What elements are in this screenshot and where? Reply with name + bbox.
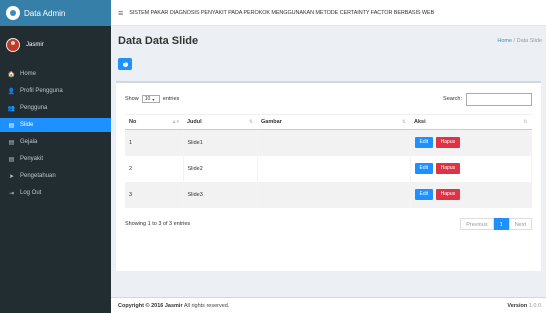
brand-text: Data Admin <box>24 8 66 18</box>
entries-select[interactable]: 10 ▾ <box>141 95 160 103</box>
cell-aksi: Edit Hapus <box>410 129 532 156</box>
delete-button[interactable]: Hapus <box>435 189 461 200</box>
version: Version 1.0.0 <box>507 303 541 309</box>
pagination-next[interactable]: Next <box>508 217 532 230</box>
cell-gambar <box>257 129 411 156</box>
show-entries: Show 10 ▾ entries <box>125 95 179 103</box>
users-icon: 👥 <box>7 105 16 112</box>
column-header-aksi[interactable]: Aksi ⇅ <box>410 114 532 130</box>
plus-circle-icon <box>122 60 128 69</box>
entries-label: entries <box>162 96 180 102</box>
brand[interactable]: Data Admin <box>0 0 111 26</box>
breadcrumb-home-link[interactable]: Home <box>497 38 512 44</box>
pagination-previous[interactable]: Previous <box>460 217 494 230</box>
cell-no: 2 <box>125 155 184 182</box>
table-row: 3 Slide3 Edit Hapus <box>125 181 532 208</box>
menu-toggle-icon[interactable]: ≡ <box>118 8 123 18</box>
sign-out-icon: ⇥ <box>8 190 15 197</box>
sidebar-item-label: Log Out <box>20 190 42 196</box>
search-input[interactable] <box>466 92 532 106</box>
table-footer: Showing 1 to 3 of 3 entries Previous 1 N… <box>125 217 532 230</box>
cell-judul: Slide3 <box>183 181 258 208</box>
slide-table: No ▲▾ Judul ⇅ Gambar ⇅ Aksi ⇅ 1 Slide1 Edit … <box>125 114 532 208</box>
sidebar-item-label: Home <box>20 71 37 77</box>
column-header-judul[interactable]: Judul ⇅ <box>183 114 257 130</box>
cell-gambar <box>257 181 411 208</box>
pagination-page-1[interactable]: 1 <box>493 217 509 230</box>
pagination: Previous 1 Next <box>460 217 532 230</box>
sort-icon: ⇅ <box>401 119 406 125</box>
sidebar-item-label: Gejala <box>20 139 38 145</box>
page-footer: Copyright © 2016 Jasmir All rights reser… <box>111 297 546 313</box>
table-search: Search: <box>443 92 532 106</box>
breadcrumb-current: Data Slide <box>516 38 542 44</box>
add-slide-button[interactable] <box>118 58 132 70</box>
main-content: Data Data Slide Home / Data Slide Show 1… <box>111 26 546 297</box>
sidebar-item-penyakit[interactable]: ▤ Penyakit <box>0 152 111 166</box>
cell-gambar <box>257 155 411 182</box>
sidebar-item-label: Penyakit <box>20 156 44 162</box>
edit-button[interactable]: Edit <box>414 189 434 200</box>
cell-judul: Slide1 <box>183 129 258 156</box>
cell-no: 1 <box>125 129 184 156</box>
breadcrumb: Home / Data Slide <box>497 38 542 44</box>
delete-button[interactable]: Hapus <box>435 137 461 149</box>
file-icon: ▤ <box>8 122 15 129</box>
sort-icon: ⇅ <box>523 119 528 125</box>
sidebar-item-profil-pengguna[interactable]: 👤 Profil Pengguna <box>0 84 111 98</box>
delete-button[interactable]: Hapus <box>435 163 461 174</box>
sort-icon: ⇅ <box>248 119 253 125</box>
column-header-no[interactable]: No ▲▾ <box>125 114 183 130</box>
cell-no: 3 <box>125 181 184 208</box>
data-table-box: Show 10 ▾ entries Search: No ▲▾ Judul ⇅ Gam… <box>116 81 541 271</box>
edit-button[interactable]: Edit <box>414 137 434 149</box>
version-value: 1.0.0 <box>528 302 541 309</box>
column-header-gambar[interactable]: Gambar ⇅ <box>257 114 410 130</box>
table-toolbar: Show 10 ▾ entries Search: <box>125 92 532 106</box>
sidebar-item-home[interactable]: 🏠 Home <box>0 67 111 81</box>
app-title: SISTEM PAKAR DIAGNOSIS PENYAKIT PADA PER… <box>129 9 435 16</box>
sidebar-menu: 🏠 Home 👤 Profil Pengguna 👥 Pengguna ▤ Slide … <box>0 67 111 200</box>
breadcrumb-separator: / <box>513 38 516 44</box>
sidebar-item-pengetahuan[interactable]: ➤ Pengetahuan <box>0 169 111 183</box>
copyright-prefix: Copyright © 2016 <box>118 302 164 309</box>
send-icon: ➤ <box>8 173 15 180</box>
page-title: Data Data Slide <box>118 35 199 47</box>
copyright-suffix: All rights reserved. <box>183 302 230 309</box>
sidebar-item-label: Pengguna <box>20 105 48 111</box>
table-header-row: No ▲▾ Judul ⇅ Gambar ⇅ Aksi ⇅ <box>125 114 532 130</box>
entries-select-value: 10 <box>144 96 151 102</box>
file-icon: ▤ <box>8 139 15 146</box>
edit-button[interactable]: Edit <box>414 163 434 174</box>
avatar <box>6 38 20 52</box>
user-panel: Jasmir <box>0 32 111 58</box>
home-icon: 🏠 <box>7 71 16 78</box>
top-navbar: ≡ SISTEM PAKAR DIAGNOSIS PENYAKIT PADA P… <box>111 0 546 26</box>
copyright-name[interactable]: Jasmir <box>165 303 183 309</box>
sidebar-item-label: Profil Pengguna <box>20 88 63 94</box>
sidebar-item-pengguna[interactable]: 👥 Pengguna <box>0 101 111 115</box>
show-label: Show <box>125 96 139 102</box>
table-info: Showing 1 to 3 of 3 entries <box>125 220 191 227</box>
table-row: 2 Slide2 Edit Hapus <box>125 155 532 182</box>
copyright: Copyright © 2016 Jasmir All rights reser… <box>118 303 229 309</box>
sidebar-item-label: Slide <box>20 122 34 128</box>
sidebar-item-slide[interactable]: ▤ Slide <box>0 118 111 132</box>
chevron-down-icon: ▾ <box>152 96 155 102</box>
logo-icon <box>6 6 20 20</box>
user-icon: 👤 <box>7 88 16 95</box>
cell-aksi: Edit Hapus <box>410 181 532 208</box>
sort-asc-icon: ▲▾ <box>171 119 179 125</box>
cell-aksi: Edit Hapus <box>410 155 532 182</box>
sidebar-item-gejala[interactable]: ▤ Gejala <box>0 135 111 149</box>
sidebar: Data Admin Jasmir 🏠 Home 👤 Profil Pengguna… <box>0 0 111 313</box>
file-icon: ▤ <box>8 156 15 163</box>
version-label: Version <box>507 302 528 309</box>
user-name: Jasmir <box>26 42 44 48</box>
sidebar-item-log-out[interactable]: ⇥ Log Out <box>0 186 111 200</box>
cell-judul: Slide2 <box>183 155 258 182</box>
table-row: 1 Slide1 Edit Hapus <box>125 129 532 156</box>
search-label: Search: <box>443 96 462 102</box>
sidebar-item-label: Pengetahuan <box>20 173 56 179</box>
